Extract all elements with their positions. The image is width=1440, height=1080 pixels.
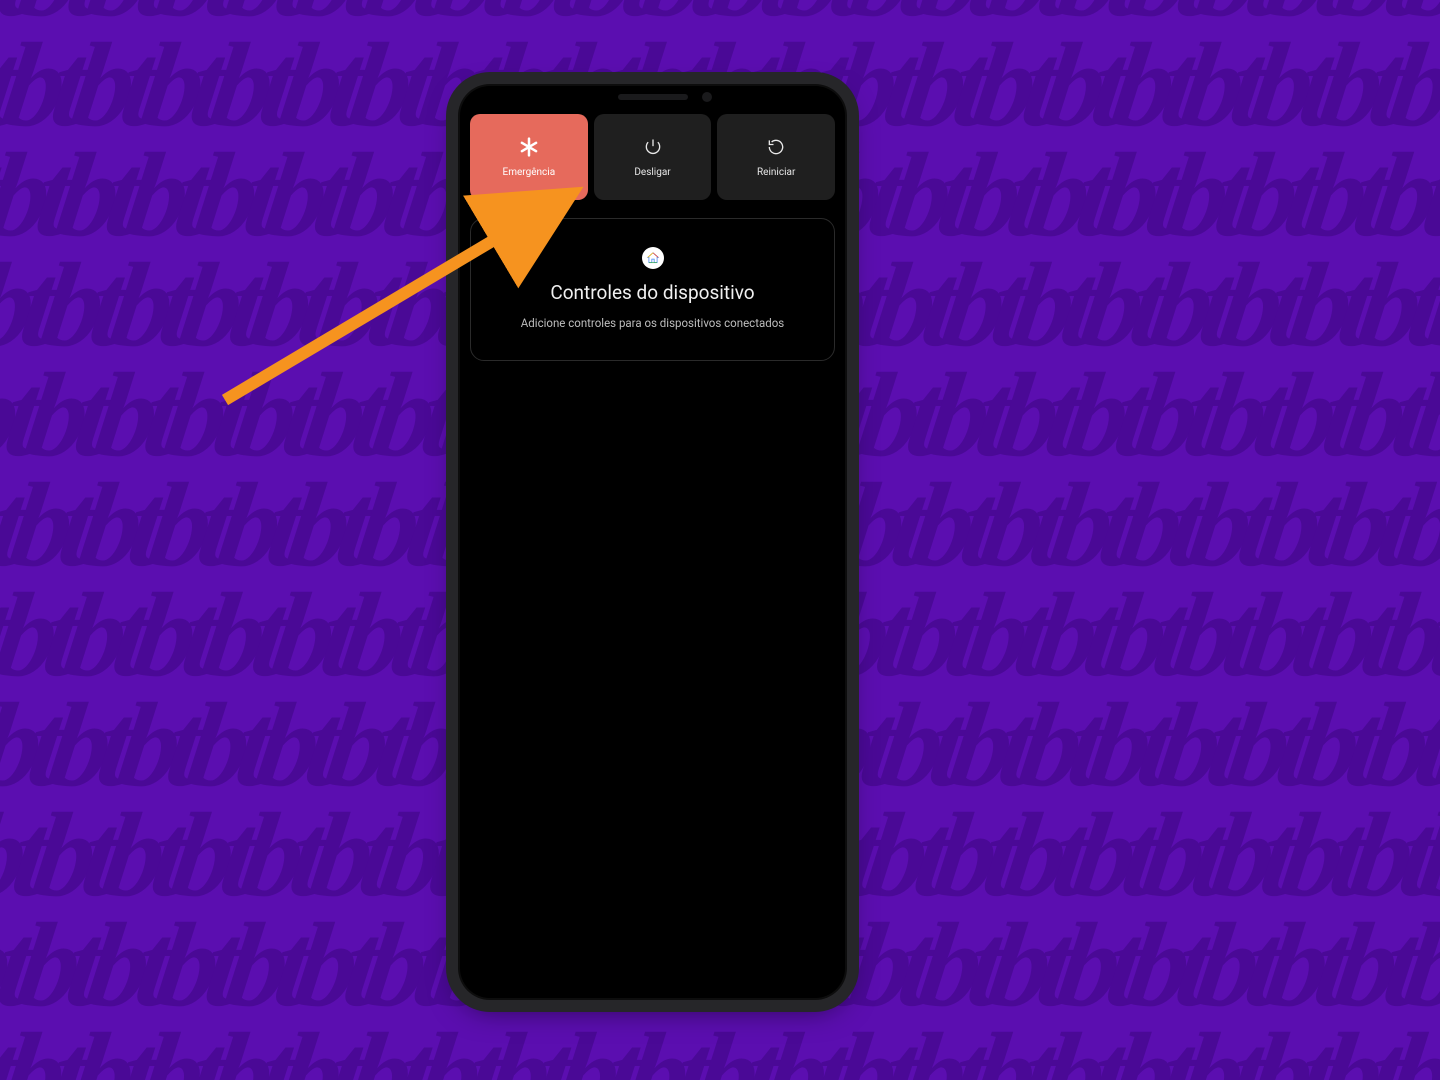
phone-frame: Emergência Desligar Reiniciar xyxy=(460,86,845,998)
google-home-icon xyxy=(642,247,664,269)
restart-button[interactable]: Reiniciar xyxy=(717,114,835,200)
emergency-button[interactable]: Emergência xyxy=(470,114,588,200)
device-controls-title: Controles do dispositivo xyxy=(550,281,754,304)
shutdown-button[interactable]: Desligar xyxy=(594,114,712,200)
emergency-asterisk-icon xyxy=(519,137,539,157)
shutdown-label: Desligar xyxy=(634,167,670,178)
device-controls-subtitle: Adicione controles para os dispositivos … xyxy=(521,316,784,330)
restart-label: Reiniciar xyxy=(757,167,795,178)
power-icon xyxy=(643,137,663,157)
phone-screen: Emergência Desligar Reiniciar xyxy=(470,114,835,988)
phone-notch xyxy=(618,94,688,100)
restart-icon xyxy=(766,137,786,157)
emergency-label: Emergência xyxy=(503,167,556,178)
power-menu-row: Emergência Desligar Reiniciar xyxy=(470,114,835,200)
device-controls-card[interactable]: Controles do dispositivo Adicione contro… xyxy=(470,218,835,361)
